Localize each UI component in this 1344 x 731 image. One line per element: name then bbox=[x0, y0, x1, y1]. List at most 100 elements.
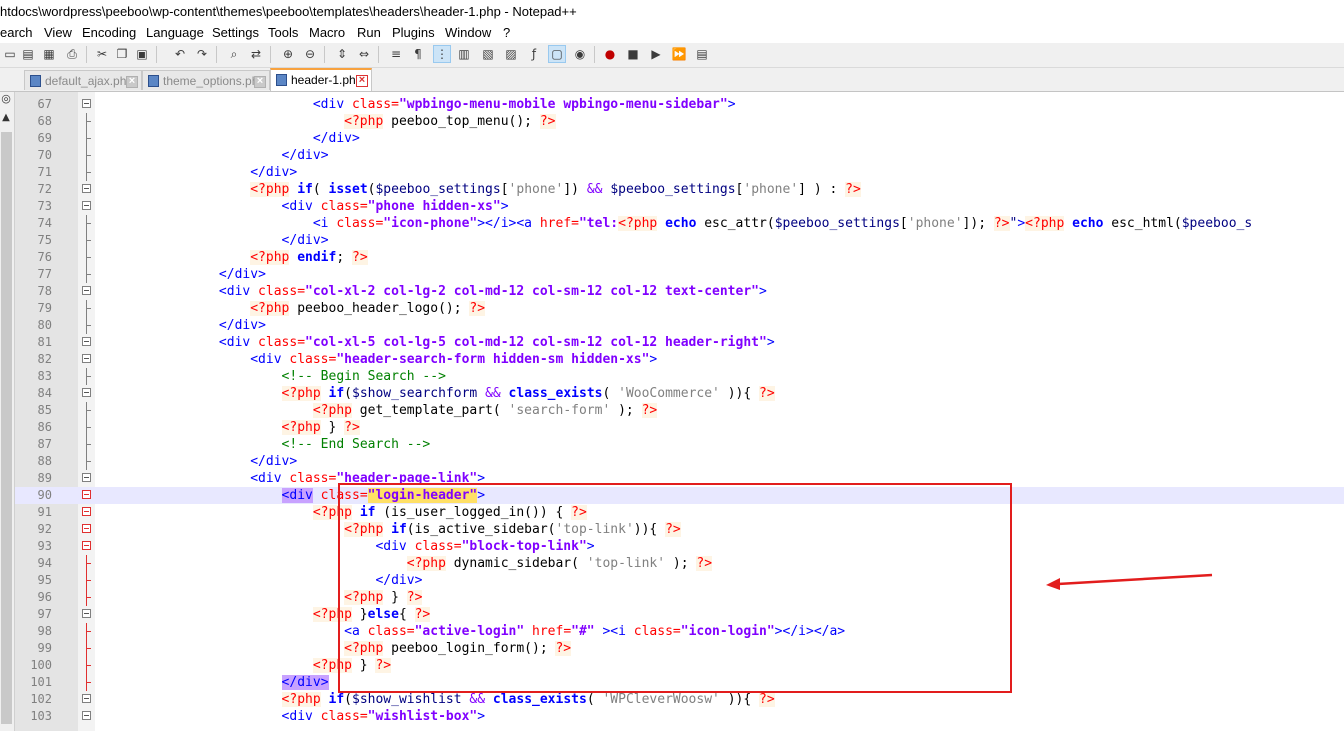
fold-toggle-icon[interactable] bbox=[82, 694, 91, 703]
eye-icon[interactable]: ◉ bbox=[572, 46, 588, 62]
code-line[interactable]: 102 <?php if($show_wishlist && class_exi… bbox=[15, 691, 1344, 708]
code-line[interactable]: 78 <div class="col-xl-2 col-lg-2 col-md-… bbox=[15, 283, 1344, 300]
code-line[interactable]: 75 </div> bbox=[15, 232, 1344, 249]
fold-toggle-icon[interactable] bbox=[82, 609, 91, 618]
code-line[interactable]: 77 </div> bbox=[15, 266, 1344, 283]
fold-toggle-icon[interactable] bbox=[82, 541, 91, 550]
code-line[interactable]: 82 <div class="header-search-form hidden… bbox=[15, 351, 1344, 368]
new-file-icon[interactable]: ▭ bbox=[2, 46, 18, 62]
tab-theme-options[interactable]: theme_options.php bbox=[142, 70, 270, 90]
save-icon[interactable]: ▦ bbox=[41, 46, 57, 62]
print-icon[interactable]: ⎙ bbox=[64, 46, 80, 62]
tab-close-icon[interactable] bbox=[356, 75, 368, 87]
code-line[interactable]: 90 <div class="login-header"> bbox=[15, 487, 1344, 504]
menu-run[interactable]: Run bbox=[357, 23, 381, 43]
undo-icon[interactable]: ↶ bbox=[172, 46, 188, 62]
tab-close-icon[interactable] bbox=[254, 76, 266, 88]
code-line[interactable]: 98 <a class="active-login" href="#" ><i … bbox=[15, 623, 1344, 640]
replace-icon[interactable]: ⇄ bbox=[248, 46, 264, 62]
find-icon[interactable]: ⌕ bbox=[226, 46, 242, 62]
fold-toggle-icon[interactable] bbox=[82, 490, 91, 499]
fold-toggle-icon[interactable] bbox=[82, 388, 91, 397]
code-line[interactable]: 67 <div class="wpbingo-menu-mobile wpbin… bbox=[15, 96, 1344, 113]
code-line[interactable]: 73 <div class="phone hidden-xs"> bbox=[15, 198, 1344, 215]
fold-toggle-icon[interactable] bbox=[82, 286, 91, 295]
udl-icon[interactable]: ▥ bbox=[456, 46, 472, 62]
sync-h-icon[interactable]: ⇔ bbox=[356, 46, 372, 62]
cut-icon[interactable]: ✂ bbox=[94, 46, 110, 62]
menu-help[interactable]: ? bbox=[503, 23, 510, 43]
stop-record-icon[interactable]: ■ bbox=[625, 46, 641, 62]
code-line[interactable]: 69 </div> bbox=[15, 130, 1344, 147]
tab-close-icon[interactable] bbox=[126, 76, 138, 88]
menu-search[interactable]: earch bbox=[0, 23, 33, 43]
play-macro-icon[interactable]: ▶ bbox=[648, 46, 664, 62]
target-icon[interactable]: ◎ bbox=[0, 92, 12, 106]
code-line[interactable]: 91 <?php if (is_user_logged_in()) { ?> bbox=[15, 504, 1344, 521]
code-line[interactable]: 88 </div> bbox=[15, 453, 1344, 470]
word-wrap-icon[interactable]: ≡ bbox=[388, 46, 404, 62]
fold-toggle-icon[interactable] bbox=[82, 184, 91, 193]
fold-toggle-icon[interactable] bbox=[82, 337, 91, 346]
menu-macro[interactable]: Macro bbox=[309, 23, 345, 43]
menu-plugins[interactable]: Plugins bbox=[392, 23, 435, 43]
all-chars-icon[interactable]: ¶ bbox=[410, 46, 426, 62]
code-line[interactable]: 87 <!-- End Search --> bbox=[15, 436, 1344, 453]
zoom-out-icon[interactable]: ⊖ bbox=[302, 46, 318, 62]
menu-settings[interactable]: Settings bbox=[212, 23, 259, 43]
scroll-up-icon[interactable]: ▲ bbox=[0, 112, 12, 126]
code-line[interactable]: 89 <div class="header-page-link"> bbox=[15, 470, 1344, 487]
menu-encoding[interactable]: Encoding bbox=[82, 23, 136, 43]
code-line[interactable]: 74 <i class="icon-phone"></i><a href="te… bbox=[15, 215, 1344, 232]
tab-default-ajax[interactable]: default_ajax.php bbox=[24, 70, 142, 90]
tab-header-1[interactable]: header-1.php bbox=[270, 68, 372, 91]
code-line[interactable]: 79 <?php peeboo_header_logo(); ?> bbox=[15, 300, 1344, 317]
monitor-icon[interactable]: ▢ bbox=[548, 45, 566, 63]
code-line[interactable]: 85 <?php get_template_part( 'search-form… bbox=[15, 402, 1344, 419]
code-line[interactable]: 68 <?php peeboo_top_menu(); ?> bbox=[15, 113, 1344, 130]
indent-guide-icon[interactable]: ⋮ bbox=[433, 45, 451, 63]
menu-language[interactable]: Language bbox=[146, 23, 204, 43]
scrollbar[interactable] bbox=[1, 132, 12, 724]
doc-map-icon[interactable]: ▧ bbox=[480, 46, 496, 62]
paste-icon[interactable]: ▣ bbox=[134, 46, 150, 62]
zoom-in-icon[interactable]: ⊕ bbox=[280, 46, 296, 62]
save-macro-icon[interactable]: ▤ bbox=[694, 46, 710, 62]
code-line[interactable]: 80 </div> bbox=[15, 317, 1344, 334]
menu-window[interactable]: Window bbox=[445, 23, 491, 43]
fold-toggle-icon[interactable] bbox=[82, 99, 91, 108]
fold-toggle-icon[interactable] bbox=[82, 354, 91, 363]
function-list-icon[interactable]: ▨ bbox=[503, 46, 519, 62]
code-line[interactable]: 86 <?php } ?> bbox=[15, 419, 1344, 436]
menu-tools[interactable]: Tools bbox=[268, 23, 298, 43]
code-editor[interactable]: 67 <div class="wpbingo-menu-mobile wpbin… bbox=[15, 92, 1344, 731]
line-number: 83 bbox=[37, 369, 52, 383]
code-line[interactable]: 99 <?php peeboo_login_form(); ?> bbox=[15, 640, 1344, 657]
code-line[interactable]: 100 <?php } ?> bbox=[15, 657, 1344, 674]
code-line[interactable]: 83 <!-- Begin Search --> bbox=[15, 368, 1344, 385]
redo-icon[interactable]: ↷ bbox=[194, 46, 210, 62]
copy-icon[interactable]: ❐ bbox=[114, 46, 130, 62]
code-line[interactable]: 84 <?php if($show_searchform && class_ex… bbox=[15, 385, 1344, 402]
code-line[interactable]: 71 </div> bbox=[15, 164, 1344, 181]
code-line[interactable]: 76 <?php endif; ?> bbox=[15, 249, 1344, 266]
fold-toggle-icon[interactable] bbox=[82, 711, 91, 720]
code-line[interactable]: 93 <div class="block-top-link"> bbox=[15, 538, 1344, 555]
code-line[interactable]: 81 <div class="col-xl-5 col-lg-5 col-md-… bbox=[15, 334, 1344, 351]
open-file-icon[interactable]: ▤ bbox=[20, 46, 36, 62]
sync-v-icon[interactable]: ⇕ bbox=[334, 46, 350, 62]
run-macro-multiple-icon[interactable]: ⏩ bbox=[671, 46, 687, 62]
fold-toggle-icon[interactable] bbox=[82, 473, 91, 482]
fold-toggle-icon[interactable] bbox=[82, 507, 91, 516]
code-line[interactable]: 70 </div> bbox=[15, 147, 1344, 164]
fold-toggle-icon[interactable] bbox=[82, 524, 91, 533]
code-line[interactable]: 92 <?php if(is_active_sidebar('top-link'… bbox=[15, 521, 1344, 538]
fold-toggle-icon[interactable] bbox=[82, 201, 91, 210]
code-line[interactable]: 103 <div class="wishlist-box"> bbox=[15, 708, 1344, 725]
folder-workspace-icon[interactable]: ƒ bbox=[526, 46, 542, 62]
code-line[interactable]: 101 </div> bbox=[15, 674, 1344, 691]
menu-view[interactable]: View bbox=[44, 23, 72, 43]
record-macro-icon[interactable]: ● bbox=[602, 46, 618, 62]
code-line[interactable]: 97 <?php }else{ ?> bbox=[15, 606, 1344, 623]
code-line[interactable]: 72 <?php if( isset($peeboo_settings['pho… bbox=[15, 181, 1344, 198]
